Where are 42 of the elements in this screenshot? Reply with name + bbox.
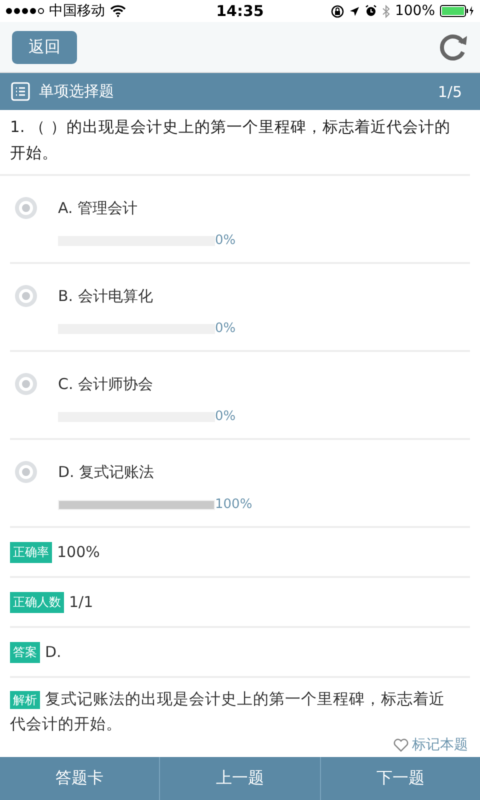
option-label: A. 管理会计: [58, 198, 138, 218]
stat-value: 1/1: [69, 593, 94, 611]
answer-option[interactable]: D. 复式记账法 100%: [10, 440, 470, 528]
stat-value: D.: [45, 643, 62, 661]
refresh-icon[interactable]: [438, 32, 468, 62]
back-button[interactable]: 返回: [12, 30, 77, 64]
vote-percent: 0%: [215, 233, 236, 248]
stat-tag: 答案: [10, 642, 40, 662]
stat-tag: 正确率: [10, 542, 52, 562]
question-counter: 1/5: [438, 82, 462, 100]
answer-option[interactable]: B. 会计电算化 0%: [10, 264, 470, 352]
radio-button[interactable]: [15, 373, 37, 395]
radio-button[interactable]: [15, 285, 37, 307]
stat-tag: 正确人数: [10, 592, 64, 612]
bookmark-button[interactable]: 标记本题: [393, 736, 468, 754]
stat-value: 100%: [57, 543, 100, 561]
option-label: D. 复式记账法: [58, 462, 154, 482]
battery-icon: [440, 5, 474, 17]
analysis-text: 解析 复式记账法的出现是会计史上的第一个里程碑，标志着近代会计的开始。: [10, 689, 446, 735]
section-title: 单项选择题: [39, 82, 114, 101]
option-label: B. 会计电算化: [58, 286, 153, 306]
vote-percent: 100%: [215, 497, 252, 512]
battery-percent: 100%: [394, 3, 435, 19]
vote-percent: 0%: [215, 321, 236, 336]
location-icon: [348, 6, 360, 16]
answer-option[interactable]: C. 会计师协会 0%: [10, 352, 470, 440]
radio-button[interactable]: [15, 197, 37, 219]
list-icon: [11, 82, 30, 101]
vote-percent: 0%: [215, 409, 236, 424]
analysis-tag: 解析: [10, 691, 40, 709]
carrier-name: 中国移动: [49, 2, 105, 20]
signal-icon: [6, 8, 44, 14]
bluetooth-icon: [382, 4, 390, 18]
rotation-lock-icon: [330, 4, 344, 18]
status-time: 14:35: [216, 2, 264, 20]
heart-icon: [393, 738, 409, 752]
option-label: C. 会计师协会: [58, 374, 154, 394]
answer-option[interactable]: A. 管理会计 0%: [10, 176, 470, 264]
alarm-icon: [364, 5, 377, 17]
radio-button[interactable]: [15, 461, 37, 483]
question-text: 1. （ ）的出现是会计史上的第一个里程碑，标志着近代会计的开始。: [0, 110, 470, 176]
wifi-icon: [110, 5, 126, 17]
